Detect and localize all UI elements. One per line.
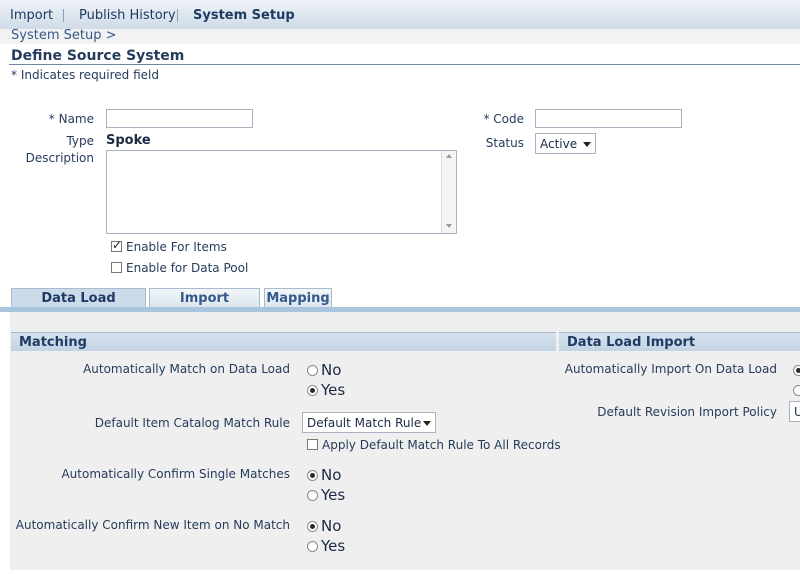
description-textarea[interactable] [106, 150, 457, 234]
chevron-down-icon [423, 421, 431, 426]
catalog-rule-select[interactable]: Default Match Rule [302, 412, 436, 433]
required-note: * Indicates required field [11, 68, 160, 82]
nav-separator [63, 9, 64, 22]
confirm-single-no-label: No [321, 466, 342, 484]
name-label: * Name [48, 112, 94, 126]
confirm-new-no-radio[interactable] [307, 521, 318, 532]
tab-mapping[interactable]: Mapping [264, 288, 332, 308]
enable-items-checkbox[interactable]: ✓ [111, 238, 123, 252]
confirm-new-yes-label: Yes [321, 537, 346, 555]
catalog-rule-label: Default Item Catalog Match Rule [94, 416, 290, 430]
checkmark-icon: ✓ [112, 238, 123, 252]
title-divider [9, 64, 800, 65]
auto-match-no-radio[interactable] [307, 365, 318, 376]
tab-import-options[interactable]: Import Options [149, 288, 260, 321]
code-input[interactable] [535, 109, 682, 128]
matching-header: Matching [11, 332, 556, 351]
enable-pool-label: Enable for Data Pool [126, 261, 249, 275]
confirm-single-yes-label: Yes [321, 486, 346, 504]
textarea-scrollbar[interactable] [441, 151, 456, 233]
auto-match-yes-radio[interactable] [307, 385, 318, 396]
data-load-import-header: Data Load Import [559, 332, 800, 351]
breadcrumb[interactable]: System Setup > [11, 28, 116, 43]
confirm-single-label: Automatically Confirm Single Matches [61, 467, 290, 481]
nav-separator [177, 9, 178, 22]
confirm-single-yes-radio[interactable] [307, 490, 318, 501]
code-label: * Code [483, 112, 524, 126]
nav-tab-publish-history[interactable]: Publish History [79, 8, 176, 23]
apply-all-label: Apply Default Match Rule To All Records [322, 438, 561, 452]
auto-import-label: Automatically Import On Data Load [564, 362, 777, 376]
nav-tab-import[interactable]: Import [10, 8, 53, 23]
auto-match-yes-label: Yes [321, 381, 346, 399]
enable-items-label: Enable For Items [126, 240, 227, 254]
page-title: Define Source System [11, 48, 185, 64]
tab-data-load-options[interactable]: Data Load Options [11, 288, 146, 321]
revision-policy-label: Default Revision Import Policy [597, 405, 777, 419]
revision-policy-select[interactable]: U [789, 401, 800, 422]
revision-policy-select-value: U [794, 405, 800, 419]
apply-all-checkbox[interactable] [307, 439, 318, 450]
breadcrumb-bar [0, 29, 800, 44]
name-input[interactable] [106, 109, 253, 128]
type-value: Spoke [106, 133, 151, 148]
enable-pool-checkbox[interactable] [111, 262, 122, 273]
nav-tab-system-setup[interactable]: System Setup [193, 8, 295, 23]
status-select-value: Active [540, 137, 578, 151]
top-nav: Import Publish History System Setup [0, 0, 800, 30]
catalog-rule-select-value: Default Match Rule [307, 416, 422, 430]
status-label: Status [485, 136, 524, 150]
confirm-new-no-label: No [321, 517, 342, 535]
auto-match-no-label: No [321, 361, 342, 379]
scroll-up-icon[interactable] [446, 154, 452, 158]
type-label: Type [66, 134, 94, 148]
description-label: Description [25, 151, 94, 165]
confirm-single-no-radio[interactable] [307, 470, 318, 481]
status-select[interactable]: Active [535, 133, 596, 154]
auto-match-label: Automatically Match on Data Load [83, 362, 290, 376]
confirm-new-label: Automatically Confirm New Item on No Mat… [15, 518, 290, 532]
confirm-new-yes-radio[interactable] [307, 541, 318, 552]
chevron-down-icon [583, 142, 591, 147]
scroll-down-icon[interactable] [446, 224, 452, 228]
auto-import-option-1-radio[interactable] [793, 365, 800, 376]
auto-import-option-2-radio[interactable] [793, 385, 800, 396]
